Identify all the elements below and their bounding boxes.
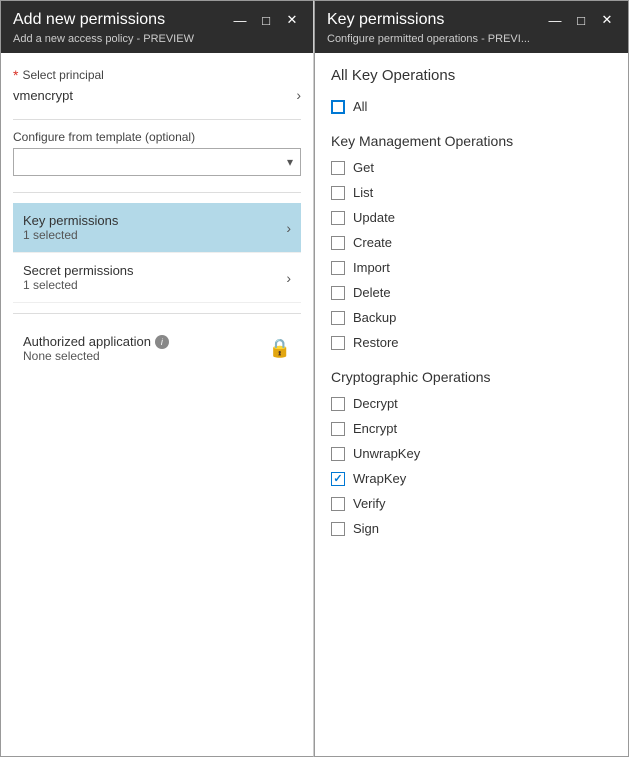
all-checkbox[interactable]: [331, 100, 345, 114]
decrypt-checkbox[interactable]: [331, 397, 345, 411]
key-permissions-left: Key permissions 1 selected: [23, 213, 118, 242]
get-label: Get: [353, 160, 374, 175]
secret-permissions-title: Secret permissions: [23, 263, 134, 278]
unwrapkey-label: UnwrapKey: [353, 446, 420, 461]
get-checkbox[interactable]: [331, 161, 345, 175]
left-maximize-btn[interactable]: □: [257, 11, 275, 29]
sign-checkbox[interactable]: [331, 522, 345, 536]
create-label: Create: [353, 235, 392, 250]
all-checkbox-item[interactable]: All: [331, 94, 612, 119]
encrypt-label: Encrypt: [353, 421, 397, 436]
right-minimize-btn[interactable]: —: [546, 11, 564, 29]
key-permissions-title: Key permissions: [23, 213, 118, 228]
crypto-section: Cryptographic Operations Decrypt Encrypt…: [331, 369, 612, 541]
decrypt-item[interactable]: Decrypt: [331, 391, 612, 416]
verify-label: Verify: [353, 496, 386, 511]
authorized-left: Authorized application i None selected: [23, 334, 169, 363]
backup-checkbox[interactable]: [331, 311, 345, 325]
left-close-btn[interactable]: ✕: [283, 11, 301, 29]
restore-checkbox[interactable]: [331, 336, 345, 350]
backup-item[interactable]: Backup: [331, 305, 612, 330]
wrapkey-checkbox[interactable]: [331, 472, 345, 486]
principal-section: * Select principal vmencrypt ›: [13, 67, 301, 103]
import-checkbox[interactable]: [331, 261, 345, 275]
left-minimize-btn[interactable]: —: [231, 11, 249, 29]
encrypt-checkbox[interactable]: [331, 422, 345, 436]
left-window-controls: — □ ✕: [231, 11, 301, 29]
key-permissions-subtitle: 1 selected: [23, 228, 118, 242]
divider-2: [13, 192, 301, 193]
add-permissions-panel: Add new permissions — □ ✕ Add a new acce…: [0, 0, 314, 757]
key-permissions-item[interactable]: Key permissions 1 selected ›: [13, 203, 301, 253]
all-key-ops-title: All Key Operations: [331, 67, 612, 84]
wrapkey-label: WrapKey: [353, 471, 406, 486]
principal-chevron-icon: ›: [296, 87, 301, 103]
encrypt-item[interactable]: Encrypt: [331, 416, 612, 441]
key-permissions-chevron-icon: ›: [286, 220, 291, 236]
divider-3: [13, 313, 301, 314]
right-close-btn[interactable]: ✕: [598, 11, 616, 29]
required-star: *: [13, 67, 18, 83]
template-label: Configure from template (optional): [13, 130, 301, 144]
key-permissions-panel: Key permissions — □ ✕ Configure permitte…: [314, 0, 629, 757]
right-window-controls: — □ ✕: [546, 11, 616, 29]
right-panel-content: All Key Operations All Key Management Op…: [315, 53, 628, 756]
lock-icon: 🔒: [269, 338, 291, 359]
delete-item[interactable]: Delete: [331, 280, 612, 305]
left-panel-subtitle: Add a new access policy - PREVIEW: [13, 33, 301, 45]
verify-checkbox[interactable]: [331, 497, 345, 511]
update-checkbox[interactable]: [331, 211, 345, 225]
key-mgmt-title: Key Management Operations: [331, 133, 612, 149]
left-panel-title: Add new permissions: [13, 11, 231, 29]
unwrapkey-item[interactable]: UnwrapKey: [331, 441, 612, 466]
crypto-title: Cryptographic Operations: [331, 369, 612, 385]
authorized-title: Authorized application i: [23, 334, 169, 349]
all-key-operations-section: All Key Operations All: [331, 67, 612, 119]
authorized-subtitle: None selected: [23, 349, 169, 363]
right-panel-header: Key permissions — □ ✕ Configure permitte…: [315, 1, 628, 53]
restore-item[interactable]: Restore: [331, 330, 612, 355]
secret-permissions-chevron-icon: ›: [286, 270, 291, 286]
import-item[interactable]: Import: [331, 255, 612, 280]
principal-row[interactable]: vmencrypt ›: [13, 87, 301, 103]
sign-item[interactable]: Sign: [331, 516, 612, 541]
restore-label: Restore: [353, 335, 399, 350]
divider-1: [13, 119, 301, 120]
template-select-wrapper: [13, 148, 301, 176]
list-item[interactable]: List: [331, 180, 612, 205]
sign-label: Sign: [353, 521, 379, 536]
update-item[interactable]: Update: [331, 205, 612, 230]
create-checkbox[interactable]: [331, 236, 345, 250]
decrypt-label: Decrypt: [353, 396, 398, 411]
import-label: Import: [353, 260, 390, 275]
template-select[interactable]: [13, 148, 301, 176]
principal-label: * Select principal: [13, 67, 301, 83]
key-mgmt-section: Key Management Operations Get List Updat…: [331, 133, 612, 355]
verify-item[interactable]: Verify: [331, 491, 612, 516]
left-panel-header: Add new permissions — □ ✕ Add a new acce…: [1, 1, 313, 53]
right-maximize-btn[interactable]: □: [572, 11, 590, 29]
secret-permissions-subtitle: 1 selected: [23, 278, 134, 292]
backup-label: Backup: [353, 310, 396, 325]
unwrapkey-checkbox[interactable]: [331, 447, 345, 461]
right-panel-subtitle: Configure permitted operations - PREVI..…: [327, 33, 616, 45]
left-panel-content: * Select principal vmencrypt › Configure…: [1, 53, 313, 756]
all-label: All: [353, 99, 367, 114]
info-icon: i: [155, 335, 169, 349]
update-label: Update: [353, 210, 395, 225]
create-item[interactable]: Create: [331, 230, 612, 255]
list-label: List: [353, 185, 373, 200]
template-section: Configure from template (optional): [13, 130, 301, 176]
right-panel-title: Key permissions: [327, 11, 546, 29]
principal-value: vmencrypt: [13, 88, 73, 103]
secret-permissions-left: Secret permissions 1 selected: [23, 263, 134, 292]
wrapkey-item[interactable]: WrapKey: [331, 466, 612, 491]
authorized-section: Authorized application i None selected 🔒: [13, 324, 301, 373]
get-item[interactable]: Get: [331, 155, 612, 180]
secret-permissions-item[interactable]: Secret permissions 1 selected ›: [13, 253, 301, 303]
delete-label: Delete: [353, 285, 391, 300]
delete-checkbox[interactable]: [331, 286, 345, 300]
list-checkbox[interactable]: [331, 186, 345, 200]
